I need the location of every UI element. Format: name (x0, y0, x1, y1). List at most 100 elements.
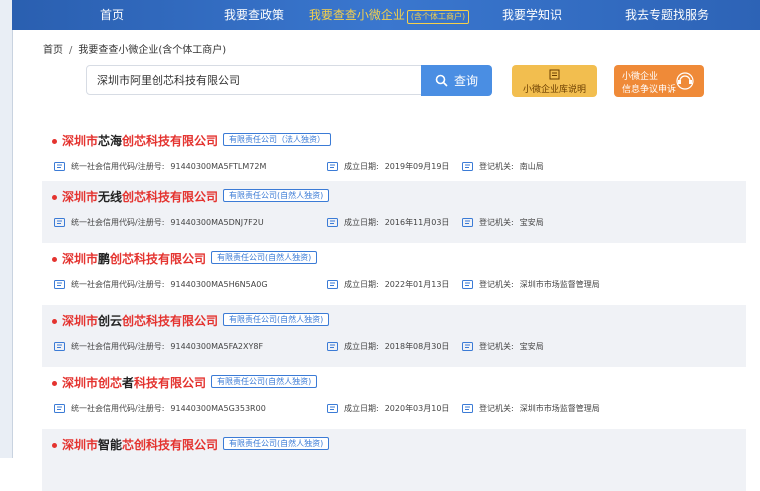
bullet-icon (52, 443, 57, 448)
founding-date-label: 成立日期: (344, 162, 379, 171)
founding-date: 成立日期: 2020年03月10日 (327, 403, 449, 414)
breadcrumb: 首页 / 我要查查小微企业(含个体工商户) (43, 45, 227, 56)
founding-date: 成立日期: 2019年09月19日 (327, 161, 449, 172)
calendar-icon (327, 342, 338, 351)
calendar-icon (327, 218, 338, 227)
enterprise-library-button[interactable]: 小微企业库说明 (512, 65, 597, 97)
authority-icon (462, 404, 473, 413)
id-card-icon (54, 404, 65, 413)
dispute-appeal-button[interactable]: 小微企业 信息争议申诉 (614, 65, 704, 97)
search-button[interactable]: 查询 (421, 65, 492, 96)
company-type-tag: 有限责任公司(自然人独资) (211, 251, 318, 264)
registration-authority-value: 南山局 (519, 162, 544, 171)
id-card-icon (54, 342, 65, 351)
registration-authority: 登记机关: 宝安局 (462, 217, 544, 228)
registration-authority-label: 登记机关: (479, 280, 514, 289)
founding-date-value: 2022年01月13日 (384, 280, 450, 289)
registration-authority-value: 宝安局 (519, 342, 544, 351)
result-row[interactable]: 深圳市芯海创芯科技有限公司 有限责任公司（法人独资） 统一社会信用代码/注册号: 91… (42, 125, 746, 187)
support-agent-icon (676, 72, 694, 90)
background-window-strip (0, 0, 13, 458)
credit-code: 统一社会信用代码/注册号: 91440300MA5FA2XY8F (54, 341, 263, 352)
calendar-icon (327, 280, 338, 289)
credit-code-label: 统一社会信用代码/注册号: (71, 342, 165, 351)
company-name[interactable]: 深圳市创芯者科技有限公司 (62, 374, 206, 391)
result-row[interactable]: 深圳市创云创芯科技有限公司 有限责任公司(自然人独资) 统一社会信用代码/注册号: 9… (42, 305, 746, 367)
registration-authority: 登记机关: 南山局 (462, 161, 544, 172)
result-row[interactable]: 深圳市创芯者科技有限公司 有限责任公司(自然人独资) 统一社会信用代码/注册号: 91… (42, 367, 746, 429)
bullet-icon (52, 381, 57, 386)
nav-policy[interactable]: 我要查政策 (212, 0, 296, 30)
company-name[interactable]: 深圳市鹏创芯科技有限公司 (62, 250, 206, 267)
company-type-tag: 有限责任公司(自然人独资) (211, 375, 318, 388)
nav-learn[interactable]: 我要学知识 (482, 0, 582, 30)
company-type-tag: 有限责任公司(自然人独资) (223, 313, 330, 326)
registration-authority: 登记机关: 宝安局 (462, 341, 544, 352)
company-name[interactable]: 深圳市智能芯创科技有限公司 (62, 436, 218, 453)
bullet-icon (52, 319, 57, 324)
founding-date-label: 成立日期: (344, 218, 379, 227)
nav-home[interactable]: 首页 (12, 0, 212, 30)
id-card-icon (54, 280, 65, 289)
founding-date-value: 2016年11月03日 (384, 218, 450, 227)
founding-date-label: 成立日期: (344, 280, 379, 289)
authority-icon (462, 280, 473, 289)
credit-code-label: 统一社会信用代码/注册号: (71, 162, 165, 171)
credit-code: 统一社会信用代码/注册号: 91440300MA5FTLM72M (54, 161, 266, 172)
founding-date-value: 2020年03月10日 (384, 404, 450, 413)
authority-icon (462, 342, 473, 351)
registration-authority-label: 登记机关: (479, 162, 514, 171)
result-row[interactable]: 深圳市无线创芯科技有限公司 有限责任公司(自然人独资) 统一社会信用代码/注册号: 9… (42, 181, 746, 243)
credit-code: 统一社会信用代码/注册号: 91440300MA5G353R00 (54, 403, 266, 414)
registration-authority: 登记机关: 深圳市市场监督管理局 (462, 403, 600, 414)
breadcrumb-current: 我要查查小微企业(含个体工商户) (78, 45, 227, 56)
company-name[interactable]: 深圳市无线创芯科技有限公司 (62, 188, 218, 205)
founding-date: 成立日期: 2018年08月30日 (327, 341, 449, 352)
bullet-icon (52, 139, 57, 144)
credit-code: 统一社会信用代码/注册号: 91440300MA5DNJ7F2U (54, 217, 264, 228)
authority-icon (462, 218, 473, 227)
registration-authority: 登记机关: 深圳市市场监督管理局 (462, 279, 600, 290)
credit-code-value: 91440300MA5FTLM72M (170, 162, 267, 171)
credit-code-value: 91440300MA5H6N5A0G (170, 280, 268, 289)
calendar-icon (327, 404, 338, 413)
credit-code-value: 91440300MA5DNJ7F2U (170, 218, 264, 227)
result-row[interactable]: 深圳市智能芯创科技有限公司 有限责任公司(自然人独资) (42, 429, 746, 491)
result-row[interactable]: 深圳市鹏创芯科技有限公司 有限责任公司(自然人独资) 统一社会信用代码/注册号: 91… (42, 243, 746, 305)
company-type-tag: 有限责任公司(自然人独资) (223, 437, 330, 450)
registration-authority-label: 登记机关: (479, 218, 514, 227)
calendar-icon (327, 162, 338, 171)
credit-code-label: 统一社会信用代码/注册号: (71, 280, 165, 289)
search-icon (435, 74, 448, 87)
top-nav: 首页 我要查政策 我要查查小微企业 (含个体工商户) 我要学知识 我去专题找服务 (12, 0, 760, 30)
search-input[interactable]: 深圳市阿里创芯科技有限公司 (86, 65, 422, 95)
founding-date-label: 成立日期: (344, 342, 379, 351)
credit-code-value: 91440300MA5G353R00 (170, 404, 266, 413)
company-name[interactable]: 深圳市芯海创芯科技有限公司 (62, 132, 218, 149)
breadcrumb-home[interactable]: 首页 (43, 45, 63, 56)
registration-authority-value: 深圳市市场监督管理局 (519, 280, 600, 289)
founding-date-value: 2019年09月19日 (384, 162, 450, 171)
company-name[interactable]: 深圳市创云创芯科技有限公司 (62, 312, 218, 329)
credit-code: 统一社会信用代码/注册号: 91440300MA5H6N5A0G (54, 279, 268, 290)
credit-code-label: 统一社会信用代码/注册号: (71, 404, 165, 413)
founding-date: 成立日期: 2022年01月13日 (327, 279, 449, 290)
registration-authority-label: 登记机关: (479, 404, 514, 413)
bullet-icon (52, 257, 57, 262)
founding-date: 成立日期: 2016年11月03日 (327, 217, 449, 228)
authority-icon (462, 162, 473, 171)
credit-code-label: 统一社会信用代码/注册号: (71, 218, 165, 227)
id-card-icon (54, 218, 65, 227)
company-type-tag: 有限责任公司（法人独资） (223, 133, 331, 146)
credit-code-value: 91440300MA5FA2XY8F (170, 342, 264, 351)
founding-date-label: 成立日期: (344, 404, 379, 413)
document-icon (549, 69, 560, 80)
registration-authority-value: 深圳市市场监督管理局 (519, 404, 600, 413)
company-type-tag: 有限责任公司(自然人独资) (223, 189, 330, 202)
founding-date-value: 2018年08月30日 (384, 342, 450, 351)
registration-authority-label: 登记机关: (479, 342, 514, 351)
bullet-icon (52, 195, 57, 200)
nav-service[interactable]: 我去专题找服务 (582, 0, 752, 30)
nav-small-enterprise[interactable]: 我要查查小微企业 (含个体工商户) (296, 0, 482, 30)
registration-authority-value: 宝安局 (519, 218, 544, 227)
